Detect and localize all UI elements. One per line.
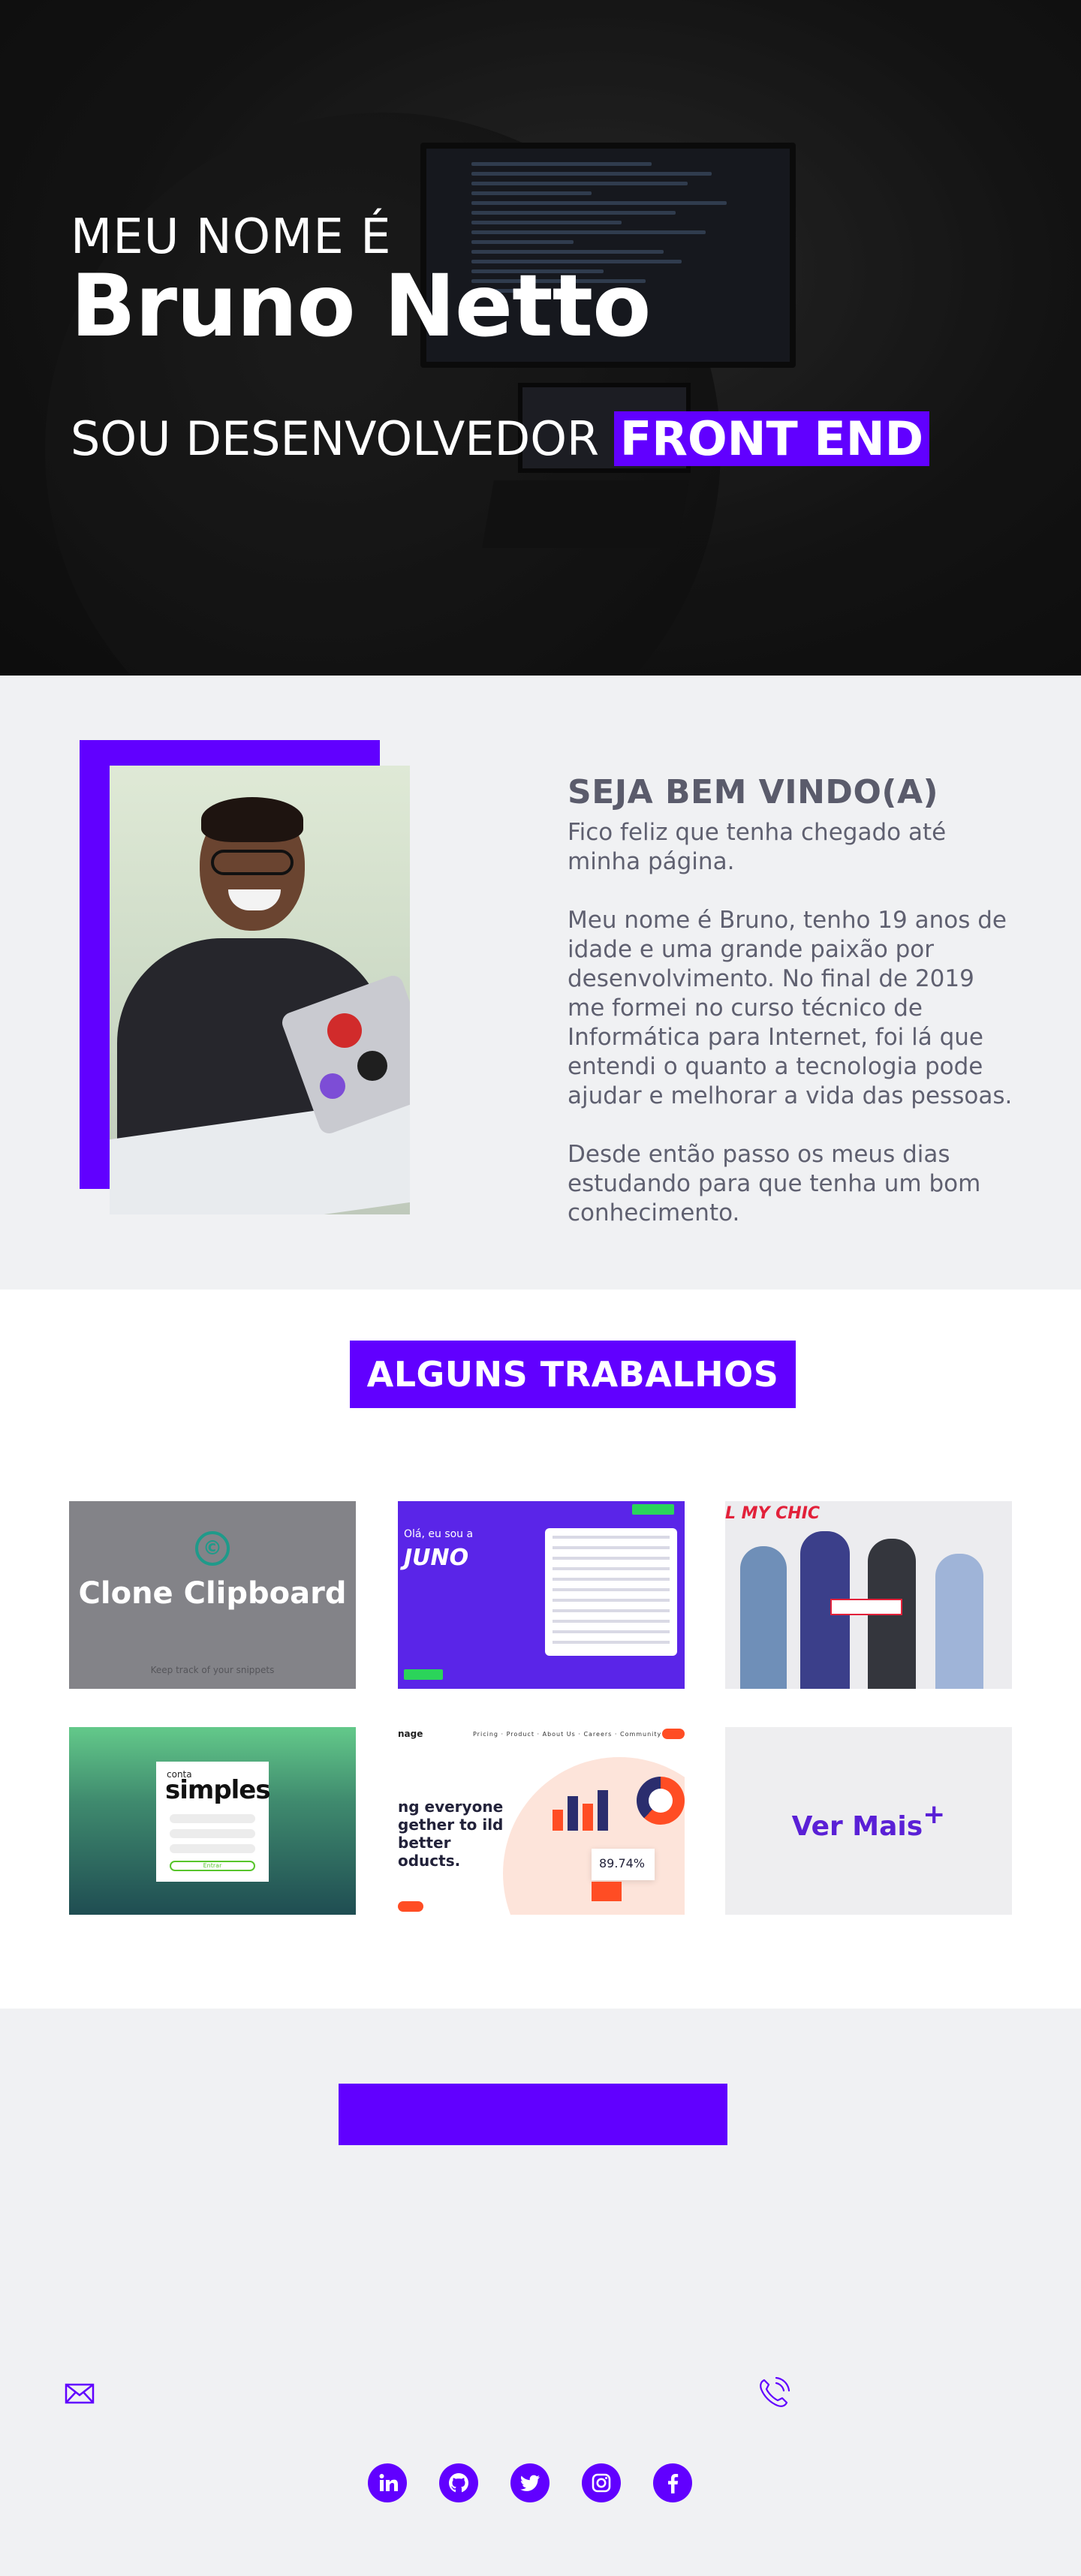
- see-more-label: Ver Mais: [791, 1811, 923, 1842]
- twitter-icon[interactable]: [510, 2463, 550, 2502]
- donut-chart-icon: [637, 1777, 685, 1825]
- project-card-clipboard[interactable]: © Clone Clipboard Keep track of your sni…: [69, 1501, 356, 1689]
- shop-badge: [830, 1599, 902, 1615]
- project-title: Clone Clipboard: [78, 1576, 347, 1611]
- hero-role-highlight: FRONT END: [613, 411, 930, 466]
- copyright-icon: ©: [195, 1531, 230, 1566]
- welcome-paragraph-1: Fico feliz que tenha chegado até minha p…: [568, 819, 947, 875]
- project-card-juno[interactable]: Olá, eu sou a JUNO: [398, 1501, 685, 1689]
- mail-icon[interactable]: [63, 2377, 96, 2410]
- profile-photo: [110, 766, 410, 1214]
- juno-logo: JUNO: [404, 1545, 469, 1571]
- hero-name: Bruno Netto: [71, 256, 651, 356]
- works-title: ALGUNS TRABALHOS: [350, 1341, 796, 1408]
- see-more-card[interactable]: Ver Mais+: [725, 1727, 1012, 1915]
- juno-cta-button: [404, 1669, 443, 1680]
- login-button: Entrar: [170, 1861, 255, 1871]
- project-card-shop[interactable]: L MY CHIC: [725, 1501, 1012, 1689]
- see-more-link[interactable]: Ver Mais+: [725, 1799, 1012, 1842]
- hero-role-prefix: SOU DESENVOLVEDOR: [71, 411, 600, 466]
- login-preview: conta simples Entrar: [156, 1762, 271, 1882]
- welcome-paragraph-2: Meu nome é Bruno, tenho 19 anos de idade…: [568, 907, 1013, 1109]
- welcome-paragraph-3: Desde então passo os meus dias estudando…: [568, 1141, 981, 1226]
- juno-dashboard-preview: [545, 1528, 677, 1656]
- bar-chart-icon: [553, 1786, 620, 1831]
- manage-stat: 89.74%: [592, 1849, 655, 1880]
- contact-button[interactable]: [339, 2084, 727, 2145]
- facebook-icon[interactable]: [653, 2463, 692, 2502]
- hero-section: MEU NOME É Bruno Netto SOU DESENVOLVEDOR…: [0, 0, 1081, 676]
- juno-nav-button: [632, 1504, 674, 1515]
- manage-cta-button: [398, 1901, 423, 1912]
- shop-logo: L MY CHIC: [725, 1504, 821, 1523]
- about-section: SEJA BEM VINDO(A) Fico feliz que tenha c…: [0, 676, 1081, 1290]
- linkedin-icon[interactable]: [368, 2463, 407, 2502]
- manage-nav: Pricing · Product · About Us · Careers ·…: [473, 1731, 662, 1738]
- works-section: ALGUNS TRABALHOS © Clone Clipboard Keep …: [0, 1290, 1081, 2009]
- github-icon[interactable]: [439, 2463, 478, 2502]
- phone-icon[interactable]: [755, 2374, 790, 2407]
- social-links: [368, 2463, 713, 2504]
- instagram-icon[interactable]: [582, 2463, 621, 2502]
- hero-role: SOU DESENVOLVEDOR FRONT END: [71, 405, 930, 473]
- brand-big: simples: [165, 1775, 271, 1805]
- project-card-conta-simples[interactable]: conta simples Entrar: [69, 1727, 356, 1915]
- manage-headline: ng everyone gether to ild better oducts.: [398, 1798, 504, 1870]
- manage-logo: nage: [398, 1729, 423, 1739]
- welcome-title: SEJA BEM VINDO(A): [568, 773, 939, 811]
- manage-nav-button: [662, 1729, 685, 1739]
- project-subtitle: Keep track of your snippets: [150, 1665, 275, 1675]
- juno-greeting: Olá, eu sou a: [404, 1528, 474, 1540]
- plus-icon: +: [923, 1799, 946, 1830]
- project-card-manage[interactable]: nage Pricing · Product · About Us · Care…: [398, 1727, 685, 1915]
- welcome-text: SEJA BEM VINDO(A) Fico feliz que tenha c…: [568, 772, 1018, 1257]
- hero-heading: MEU NOME É Bruno Netto: [71, 210, 651, 356]
